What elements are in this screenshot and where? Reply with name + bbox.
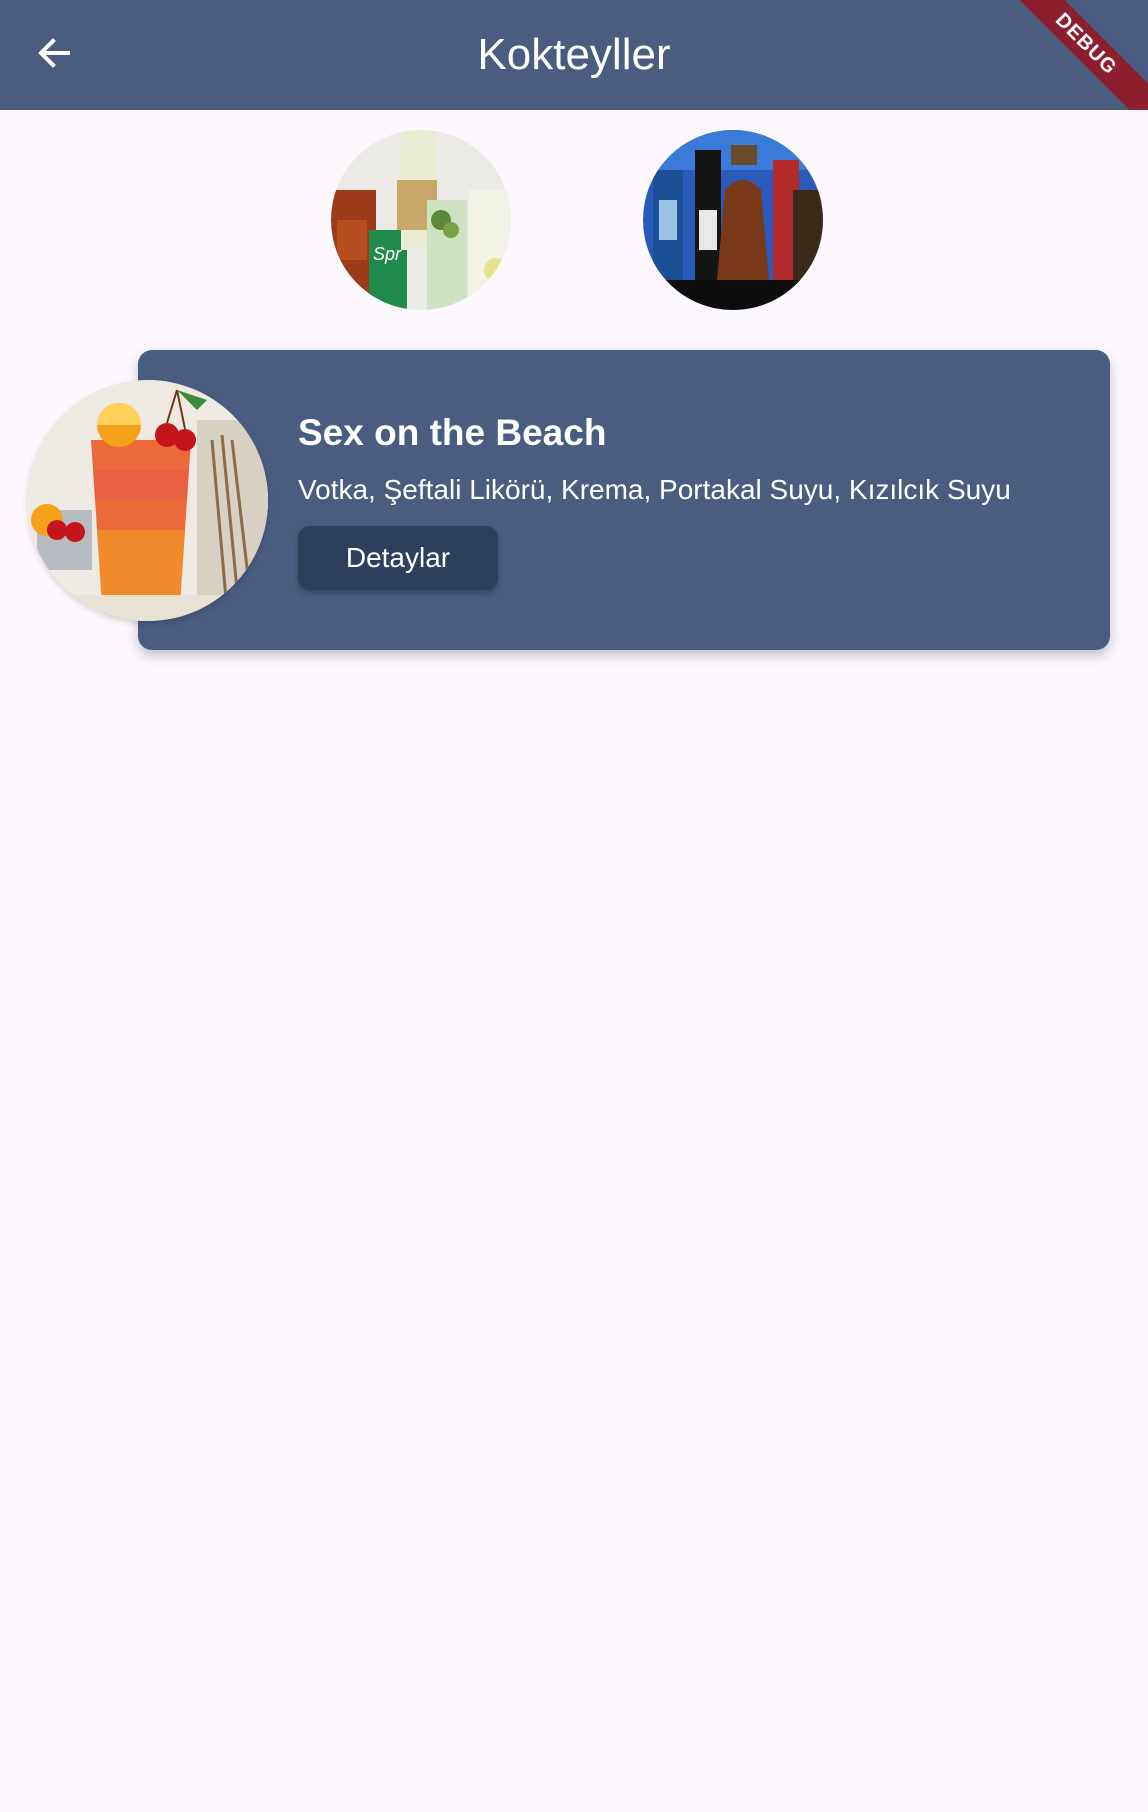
cocktail-image (27, 380, 268, 621)
svg-text:Spr: Spr (373, 244, 402, 264)
cocktail-ingredients: Votka, Şeftali Likörü, Krema, Portakal S… (298, 474, 1011, 505)
app-bar: Kokteyller DEBUG (0, 0, 1148, 110)
cocktail-name: Sex on the Beach (298, 412, 607, 453)
arrow-back-icon (34, 33, 74, 78)
category-liquor-bottles-image[interactable] (643, 130, 823, 310)
back-button[interactable] (22, 23, 86, 87)
debug-banner: DEBUG (989, 0, 1148, 110)
category-soft-drinks-image[interactable]: Spr (331, 130, 511, 310)
page-title: Kokteyller (477, 30, 671, 79)
details-button[interactable]: Detaylar (298, 526, 498, 590)
